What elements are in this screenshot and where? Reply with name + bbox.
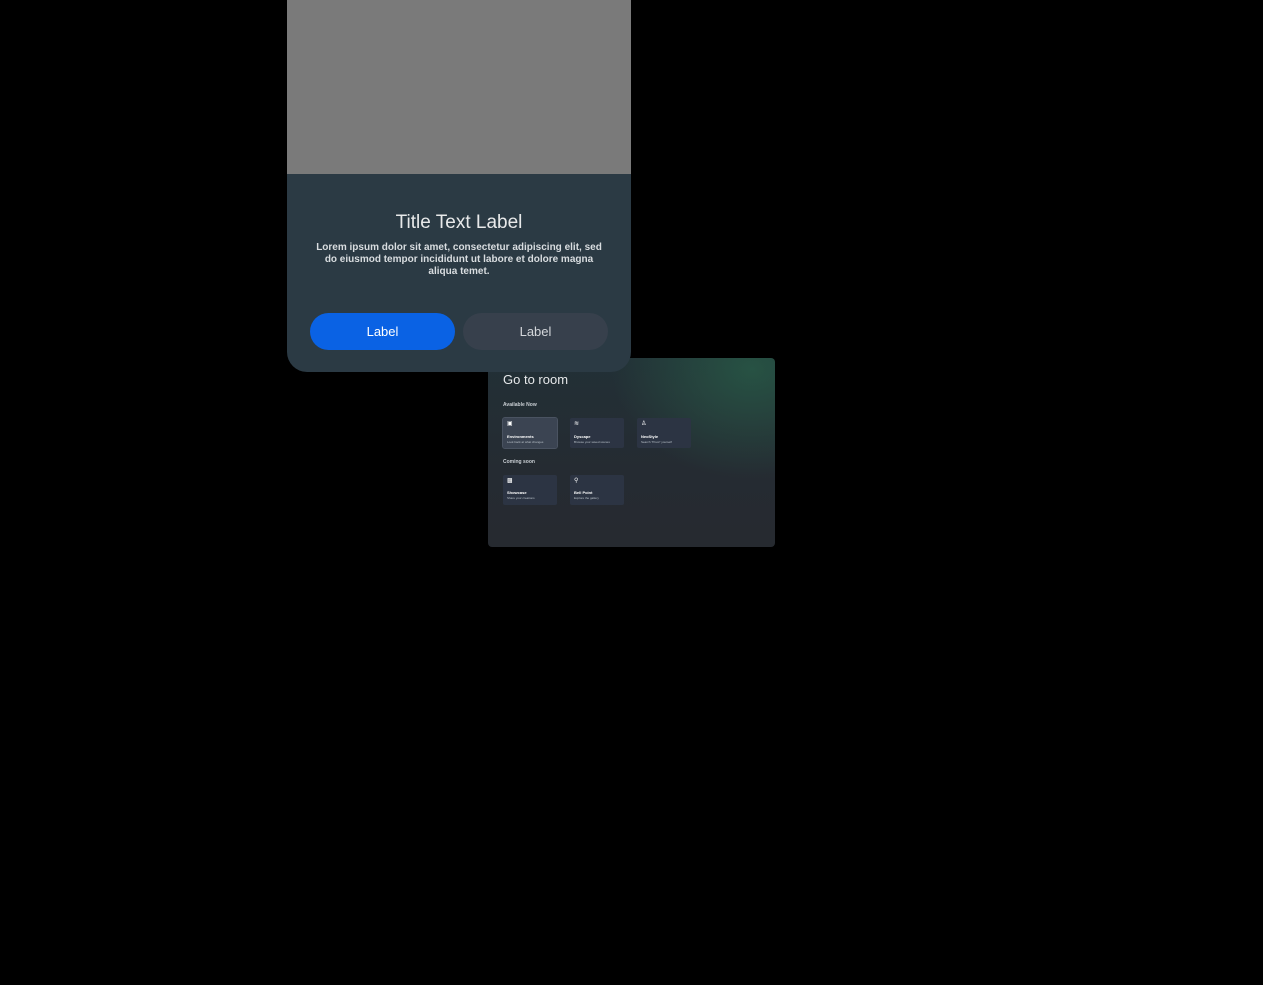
- room-tile-showcase[interactable]: ▩ Showcase Share your creations: [503, 475, 557, 505]
- room-tile-environments[interactable]: ▣ Environments Look back at what changes: [502, 417, 558, 449]
- available-now-heading: Available Now: [503, 402, 537, 408]
- room-tile-name: Bell Point: [574, 490, 593, 495]
- dialog-title: Title Text Label: [395, 212, 523, 233]
- dialog-image-placeholder: [287, 0, 631, 174]
- room-tile-name: Environments: [507, 434, 534, 439]
- room-tile-desc: Look back at what changes: [507, 440, 544, 444]
- go-to-room-panel: Go to room Available Now ▣ Environments …: [488, 358, 775, 547]
- dialog-card: Title Text Label Lorem ipsum dolor sit a…: [287, 0, 631, 372]
- figure-icon: ♙: [641, 421, 647, 427]
- room-tile-neostyle[interactable]: ♙ NeoStyle Search "Prest" yourself: [637, 418, 691, 448]
- gamepad-icon: ▩: [507, 478, 513, 484]
- dialog-body-text: Lorem ipsum dolor sit amet, consectetur …: [316, 242, 602, 277]
- room-tile-desc: Search "Prest" yourself: [641, 440, 672, 444]
- room-tile-name: Showcase: [507, 490, 527, 495]
- room-tile-bell-point[interactable]: ⚲ Bell Point Explore the gallery: [570, 475, 624, 505]
- room-tile-desc: Browse your saved scenes: [574, 440, 610, 444]
- primary-button[interactable]: Label: [310, 313, 455, 350]
- room-tile-desc: Explore the gallery: [574, 496, 599, 500]
- layers-icon: ≋: [574, 421, 580, 427]
- room-panel-title: Go to room: [503, 372, 569, 387]
- room-tile-name: NeoStyle: [641, 434, 659, 439]
- location-pin-icon: ⚲: [574, 478, 579, 484]
- secondary-button[interactable]: Label: [463, 313, 608, 350]
- coming-soon-heading: Coming soon: [503, 459, 535, 465]
- room-tile-name: Dyscape: [574, 434, 591, 439]
- room-tile-dyscape[interactable]: ≋ Dyscape Browse your saved scenes: [570, 418, 624, 448]
- room-tile-desc: Share your creations: [507, 496, 535, 500]
- landscape-icon: ▣: [507, 421, 513, 427]
